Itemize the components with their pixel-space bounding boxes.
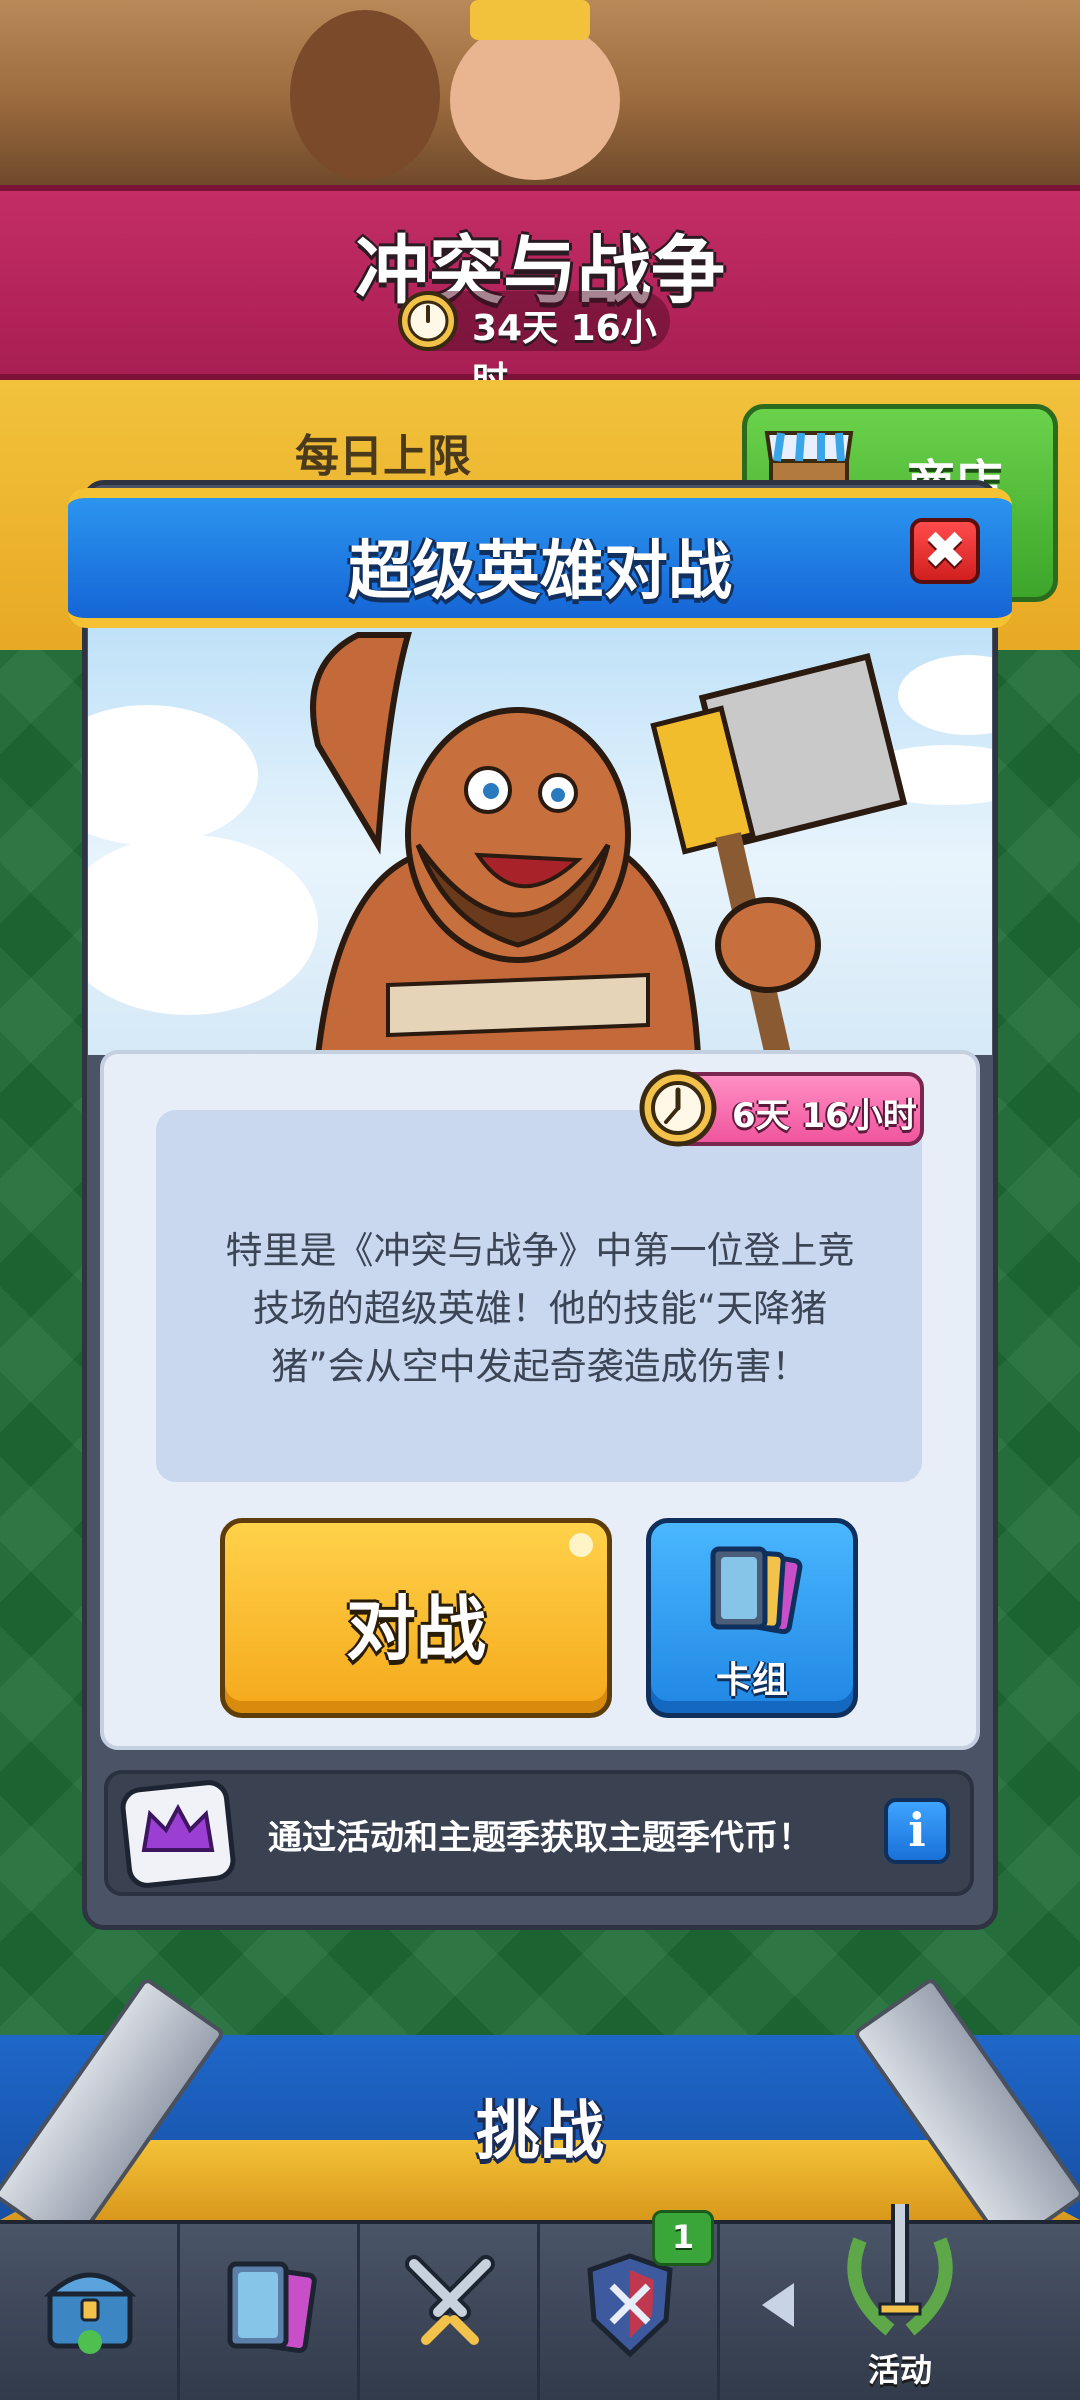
modal-title: 超级英雄对战 — [348, 535, 732, 609]
modal-header: 超级英雄对战 — [68, 488, 1012, 628]
time-remaining-badge: 6天 16小时 — [639, 1069, 924, 1147]
deck-button-label: 卡组 — [715, 1660, 788, 1701]
description-line: 技场的超级英雄！他的技能“天降猪 — [252, 1287, 828, 1330]
description-line: 猪”会从空中发起奇袭造成伤害！ — [271, 1345, 809, 1388]
close-button[interactable]: ✖ — [910, 518, 980, 584]
time-remaining-text: 6天 16小时 — [732, 1096, 917, 1136]
event-description: 特里是《冲突与战争》中第一位登上竞 技场的超级英雄！他的技能“天降猪 猪”会从空… — [200, 1222, 880, 1396]
hero-illustration — [88, 625, 992, 1055]
season-token-icon — [120, 1780, 236, 1888]
hog-rider-hero-art — [88, 632, 992, 1055]
deck-button[interactable]: 卡组 — [646, 1518, 858, 1718]
battle-button-label: 对战 — [346, 1588, 486, 1670]
battle-button[interactable]: 对战 — [220, 1518, 612, 1718]
button-shine — [569, 1533, 593, 1557]
description-line: 特里是《冲突与战争》中第一位登上竞 — [225, 1229, 855, 1272]
cards-icon — [710, 1546, 803, 1635]
clock-icon — [639, 1069, 717, 1147]
season-token-text: 通过活动和主题季获取主题季代币！ — [268, 1818, 812, 1858]
info-button[interactable]: i — [884, 1798, 950, 1864]
